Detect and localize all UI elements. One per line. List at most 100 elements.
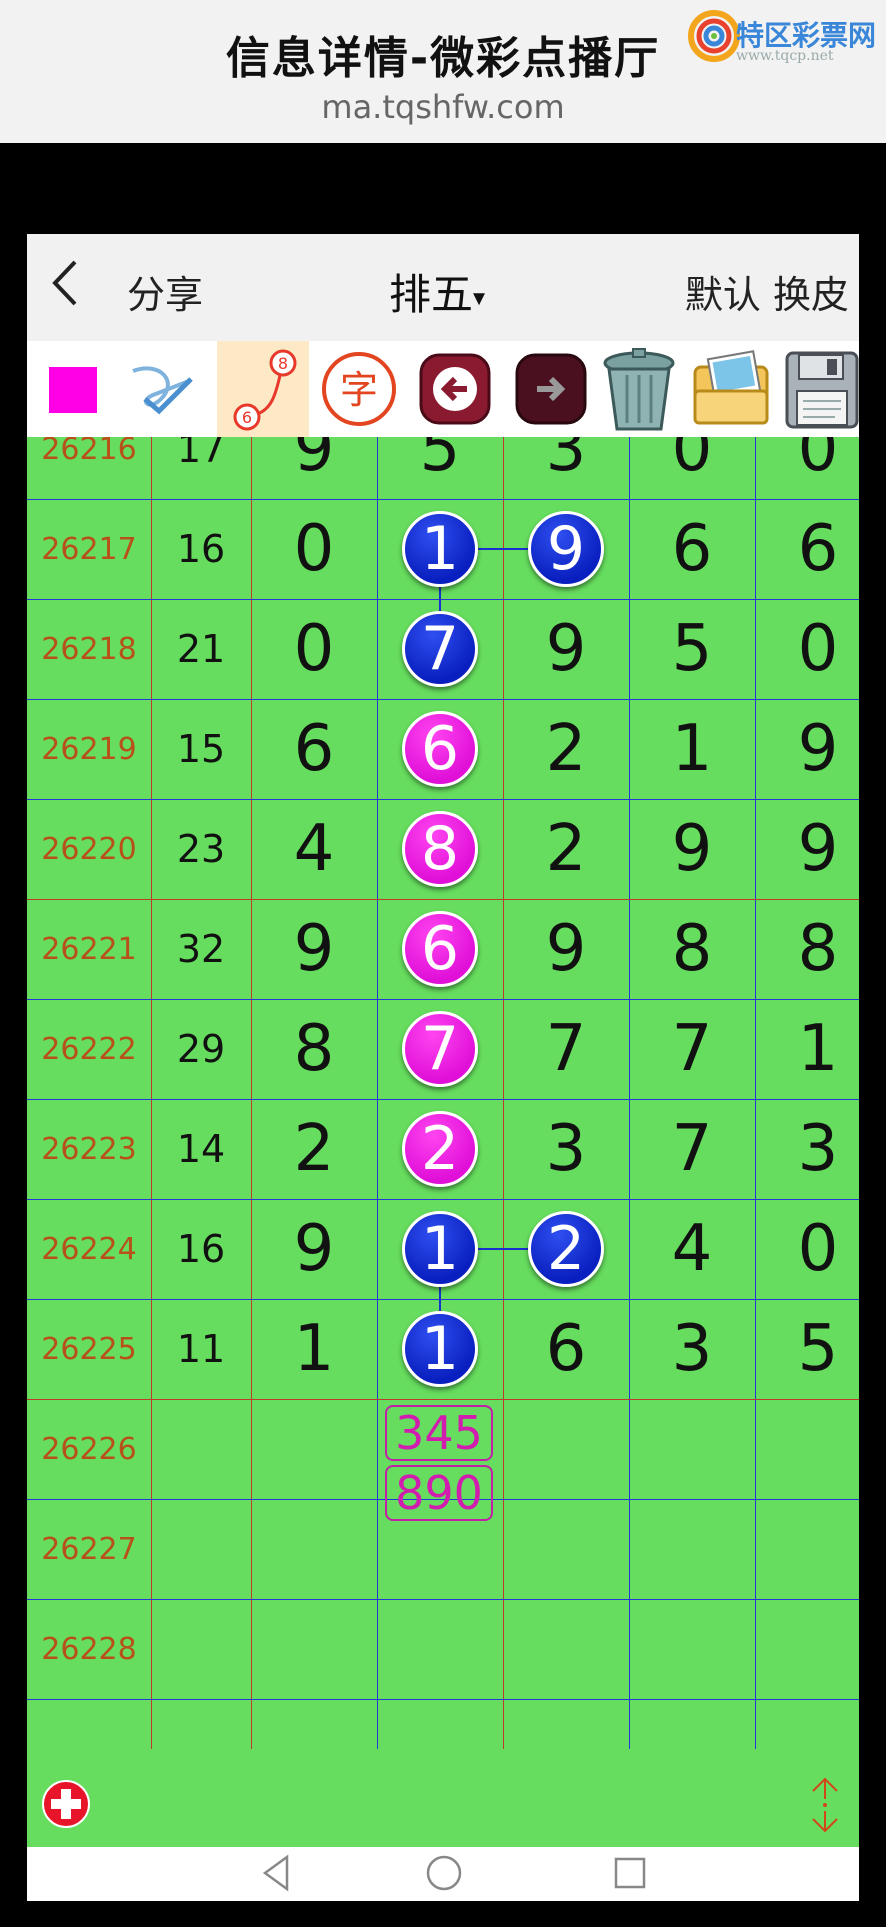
up-down-arrows-icon[interactable] <box>805 1773 845 1837</box>
digit-cell[interactable]: 6 <box>377 899 503 999</box>
plus-circle-icon[interactable] <box>41 1779 91 1829</box>
digit-cell[interactable]: 2 <box>503 799 629 899</box>
digit: 9 <box>293 912 335 986</box>
digit-cell[interactable] <box>755 1499 859 1599</box>
digit-cell[interactable]: 9 <box>755 799 859 899</box>
digit-cell[interactable]: 3 <box>503 437 629 499</box>
back-button[interactable] <box>49 258 79 320</box>
digit-cell[interactable] <box>503 1499 629 1599</box>
digit-cell[interactable]: 0 <box>251 499 377 599</box>
table-row: 26224 16 9 1 2 4 0 <box>27 1199 859 1299</box>
digit-cell[interactable]: 9 <box>251 437 377 499</box>
digit: 0 <box>797 1212 839 1286</box>
clear-button[interactable] <box>593 341 685 437</box>
digit-cell[interactable]: 9 <box>503 899 629 999</box>
digit-cell[interactable]: 7 <box>629 1099 755 1199</box>
digit-cell[interactable]: 8 <box>251 999 377 1099</box>
digit-cell[interactable]: 8 <box>755 899 859 999</box>
digit-cell[interactable]: 6 <box>755 499 859 599</box>
digit-cell[interactable] <box>251 1499 377 1599</box>
digit: 9 <box>545 912 587 986</box>
gallery-button[interactable] <box>685 341 777 437</box>
color-swatch-icon <box>49 367 97 413</box>
number-grid: 26216 17 9 5 3 0 0 26217 16 0 1 9 6 6 26218 21 0 7 9 5 0 2621… <box>27 437 859 1749</box>
digit-cell[interactable]: 3 <box>755 1099 859 1199</box>
digit-cell[interactable]: 9 <box>503 599 629 699</box>
default-button[interactable]: 默认 <box>685 273 761 317</box>
digit-cell[interactable]: 2 <box>377 1099 503 1199</box>
digit: 6 <box>293 712 335 786</box>
digit-cell[interactable]: 3 <box>629 1299 755 1399</box>
pen-line-button[interactable] <box>119 341 211 437</box>
table-row: 26217 16 0 1 9 6 6 <box>27 499 859 599</box>
digit-cell[interactable] <box>629 1499 755 1599</box>
digit-cell[interactable]: 2 <box>503 699 629 799</box>
digit-cell[interactable] <box>503 1399 629 1499</box>
digit-cell[interactable] <box>755 1599 859 1699</box>
digit-cell[interactable]: 1 <box>629 699 755 799</box>
digit-cell[interactable]: 6 <box>629 499 755 599</box>
digit-cell[interactable]: 9 <box>755 699 859 799</box>
issue-number: 26220 <box>41 831 137 867</box>
digit-cell[interactable]: 7 <box>377 599 503 699</box>
skin-button[interactable]: 换皮 <box>773 273 849 317</box>
digit-cell[interactable]: 7 <box>629 999 755 1099</box>
svg-text:8: 8 <box>278 354 288 373</box>
digit-cell[interactable]: 8 <box>377 799 503 899</box>
save-button[interactable] <box>775 341 867 437</box>
digit-cell[interactable]: 5 <box>629 599 755 699</box>
nav-recent-square-icon[interactable] <box>610 1851 650 1895</box>
prediction-box[interactable]: 345 <box>385 1405 493 1461</box>
digit-cell[interactable]: 6 <box>503 1299 629 1399</box>
digit-cell[interactable] <box>629 1599 755 1699</box>
nav-home-circle-icon[interactable] <box>422 1851 466 1895</box>
digit-cell[interactable]: 0 <box>755 1199 859 1299</box>
digit-cell[interactable] <box>377 1599 503 1699</box>
redo-button[interactable] <box>505 341 597 437</box>
digit-cell[interactable]: 2 <box>251 1099 377 1199</box>
text-tool-button[interactable]: 字 <box>313 341 405 437</box>
photo-folder-icon <box>693 350 769 425</box>
digit: 5 <box>671 612 713 686</box>
digit-cell[interactable]: 4 <box>629 1199 755 1299</box>
lottery-type-select[interactable]: 排五▾ <box>389 261 485 322</box>
digit-cell[interactable] <box>251 1599 377 1699</box>
pink-ball: 6 <box>402 911 478 987</box>
svg-text:6: 6 <box>242 408 252 427</box>
digit-cell[interactable]: 8 <box>629 899 755 999</box>
color-swatch-button[interactable] <box>27 341 119 437</box>
nav-back-triangle-icon[interactable] <box>257 1851 297 1895</box>
digit-cell[interactable] <box>503 1599 629 1699</box>
digit: 7 <box>545 1012 587 1086</box>
undo-button[interactable] <box>409 341 501 437</box>
digit-cell[interactable] <box>251 1399 377 1499</box>
share-button[interactable]: 分享 <box>127 264 203 319</box>
digit-cell[interactable]: 7 <box>377 999 503 1099</box>
digit-cell[interactable] <box>755 1399 859 1499</box>
digit-cell[interactable]: 0 <box>755 599 859 699</box>
digit-cell[interactable]: 5 <box>377 437 503 499</box>
digit-cell[interactable]: 9 <box>629 799 755 899</box>
digit-cell[interactable]: 7 <box>503 999 629 1099</box>
digit-cell[interactable]: 0 <box>251 599 377 699</box>
digit-cell[interactable]: 0 <box>629 437 755 499</box>
digit-cell[interactable]: 1 <box>251 1299 377 1399</box>
connect-numbers-button[interactable]: 8 6 <box>217 341 309 437</box>
digit-cell[interactable]: 4 <box>251 799 377 899</box>
prediction-box[interactable]: 890 <box>385 1465 493 1521</box>
digit-cell[interactable]: 6 <box>377 699 503 799</box>
digit-cell[interactable]: 1 <box>377 1299 503 1399</box>
digit-cell[interactable]: 6 <box>251 699 377 799</box>
digit-cell[interactable]: 1 <box>755 999 859 1099</box>
blue-ball: 1 <box>402 1211 478 1287</box>
table-row: 26225 11 1 1 6 3 5 <box>27 1299 859 1399</box>
digit: 0 <box>293 612 335 686</box>
digit-cell[interactable]: 9 <box>251 1199 377 1299</box>
digit: 0 <box>671 437 713 486</box>
digit-cell[interactable]: 9 <box>251 899 377 999</box>
digit-cell[interactable]: 3 <box>503 1099 629 1199</box>
digit-cell[interactable]: 0 <box>755 437 859 499</box>
pink-ball: 7 <box>402 1011 478 1087</box>
digit-cell[interactable] <box>629 1399 755 1499</box>
digit-cell[interactable]: 5 <box>755 1299 859 1399</box>
